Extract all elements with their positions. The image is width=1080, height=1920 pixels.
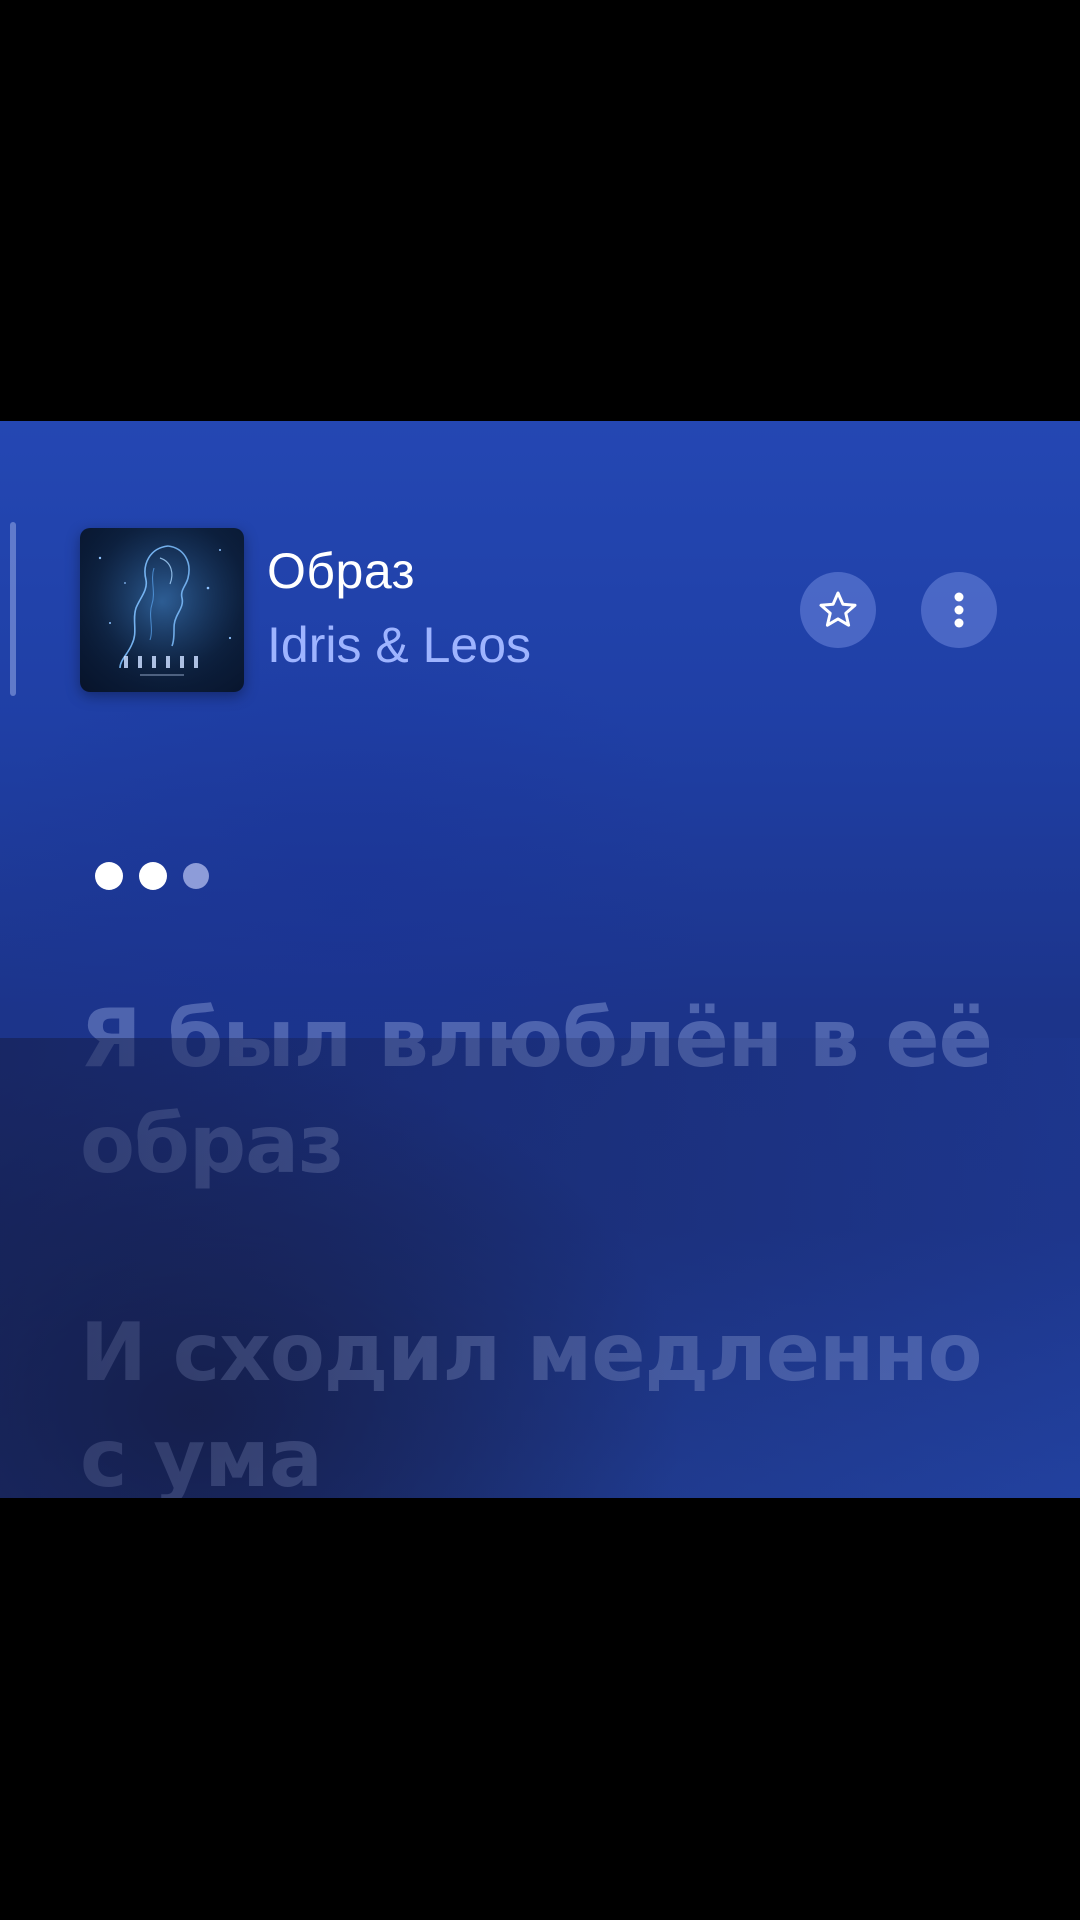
favorite-button[interactable] bbox=[800, 572, 876, 648]
intro-progress-indicator bbox=[95, 861, 209, 891]
lyric-line[interactable]: Я был влюблён в её образ bbox=[80, 986, 1000, 1198]
more-vertical-icon bbox=[954, 592, 964, 628]
track-title[interactable]: Образ bbox=[267, 542, 415, 600]
indicator-dot bbox=[183, 863, 209, 889]
more-options-button[interactable] bbox=[921, 572, 997, 648]
drag-handle[interactable] bbox=[10, 522, 16, 696]
now-playing-header: Образ Idris & Leos bbox=[80, 528, 1020, 693]
lyric-line[interactable]: И сходил медленно с ума bbox=[80, 1300, 1000, 1498]
lyrics-list: Я был влюблён в её образ И сходил медлен… bbox=[80, 986, 1000, 1498]
track-artist[interactable]: Idris & Leos bbox=[267, 616, 531, 674]
album-cover-art bbox=[80, 528, 244, 692]
star-icon bbox=[819, 591, 857, 627]
indicator-dot bbox=[95, 862, 123, 890]
screen: Образ Idris & Leos Я был влюблён в её об… bbox=[0, 0, 1080, 1920]
album-cover[interactable] bbox=[80, 528, 244, 692]
indicator-dot bbox=[139, 862, 167, 890]
lyrics-panel: Образ Idris & Leos Я был влюблён в её об… bbox=[0, 421, 1080, 1498]
